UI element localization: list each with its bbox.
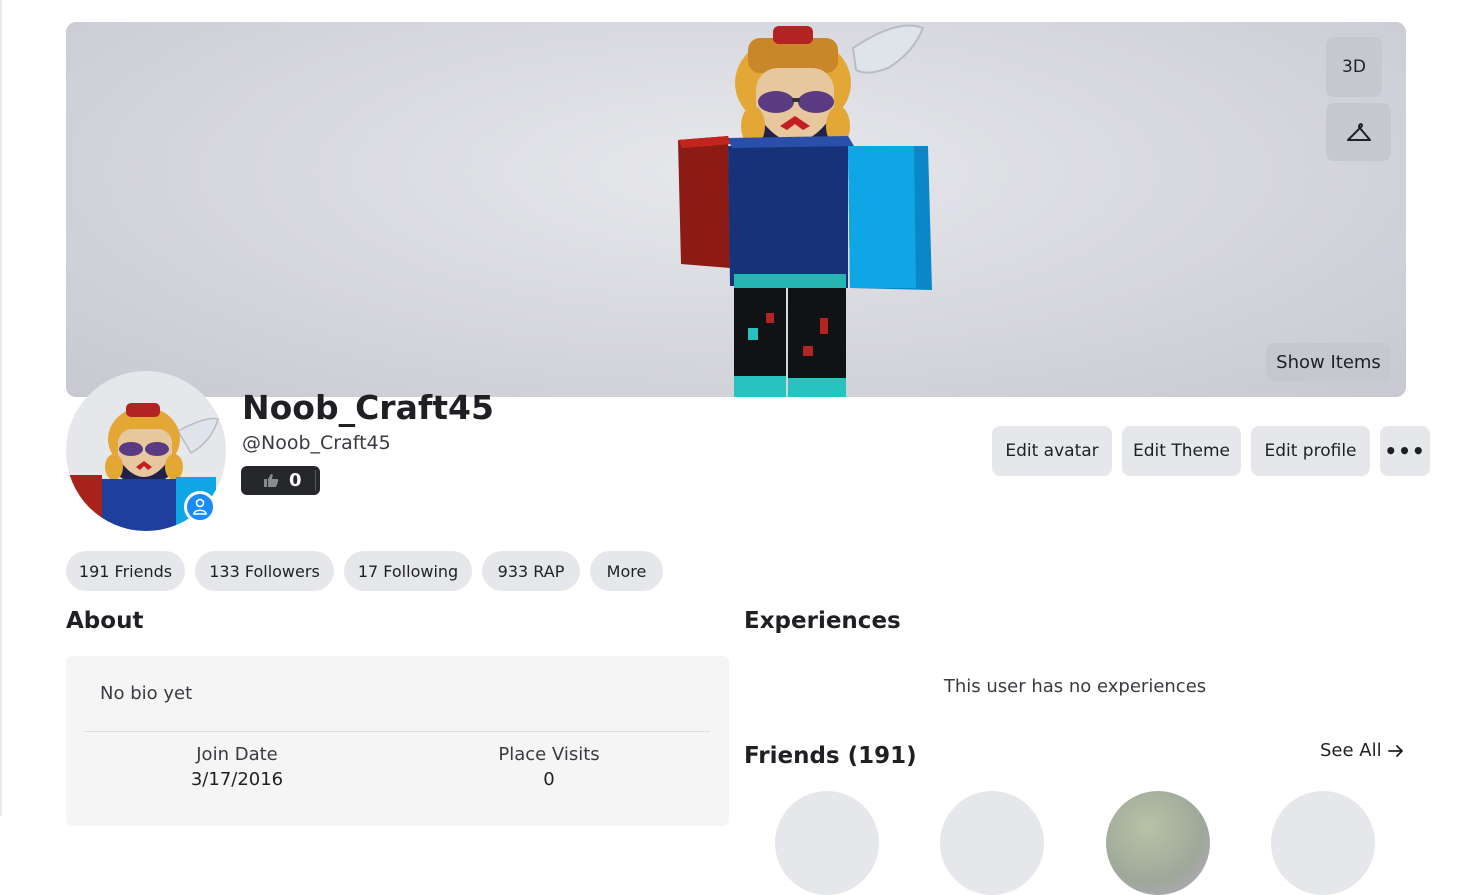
about-heading: About — [66, 608, 144, 634]
display-name: Noob_Craft45 — [242, 388, 494, 427]
more-stats-chip[interactable]: More — [590, 551, 663, 591]
like-counter[interactable]: 0 — [241, 466, 320, 495]
thumbs-up-icon — [264, 474, 279, 487]
edit-profile-button[interactable]: Edit profile — [1251, 426, 1370, 476]
hanger-icon — [1346, 123, 1371, 141]
arrow-right-icon — [1387, 744, 1403, 757]
bio-text: No bio yet — [100, 683, 193, 704]
experiences-heading: Experiences — [744, 608, 901, 634]
about-divider — [85, 731, 710, 732]
see-all-friends-link[interactable]: See All — [1320, 740, 1404, 761]
edit-avatar-button[interactable]: Edit avatar — [992, 426, 1112, 476]
see-all-label: See All — [1320, 740, 1382, 761]
followers-count-chip[interactable]: 133 Followers — [195, 551, 334, 591]
avatar-viewer[interactable]: 3D Show Items — [66, 22, 1406, 397]
rap-chip[interactable]: 933 RAP — [482, 551, 580, 591]
online-status-badge — [184, 491, 216, 523]
experiences-empty-message: This user has no experiences — [943, 676, 1207, 697]
username: @Noob_Craft45 — [242, 432, 391, 454]
place-visits-value: 0 — [543, 769, 555, 790]
friend-avatar[interactable] — [1271, 791, 1375, 895]
friends-heading: Friends (191) — [744, 743, 917, 769]
join-date-value: 3/17/2016 — [190, 769, 284, 790]
avatar-3d-render — [678, 24, 932, 397]
join-date-label: Join Date — [196, 744, 278, 765]
friend-avatar[interactable] — [1106, 791, 1210, 895]
about-card: No bio yet Join Date 3/17/2016 Place Vis… — [66, 656, 729, 826]
following-count-chip[interactable]: 17 Following — [344, 551, 472, 591]
page-left-border — [0, 0, 2, 816]
friends-count-chip[interactable]: 191 Friends — [66, 551, 185, 591]
show-items-button[interactable]: Show Items — [1266, 343, 1391, 381]
edit-theme-button[interactable]: Edit Theme — [1122, 426, 1241, 476]
like-count: 0 — [289, 470, 302, 491]
place-visits-label: Place Visits — [498, 744, 600, 765]
person-icon — [193, 498, 207, 515]
friend-avatar[interactable] — [775, 791, 879, 895]
place-visits-stat: Place Visits 0 — [449, 744, 649, 790]
friend-avatar[interactable] — [940, 791, 1044, 895]
view-3d-button[interactable]: 3D — [1326, 37, 1382, 97]
like-divider — [315, 470, 316, 491]
more-actions-button[interactable]: ••• — [1380, 426, 1430, 476]
outfit-button[interactable] — [1326, 103, 1391, 161]
join-date-stat: Join Date 3/17/2016 — [137, 744, 337, 790]
